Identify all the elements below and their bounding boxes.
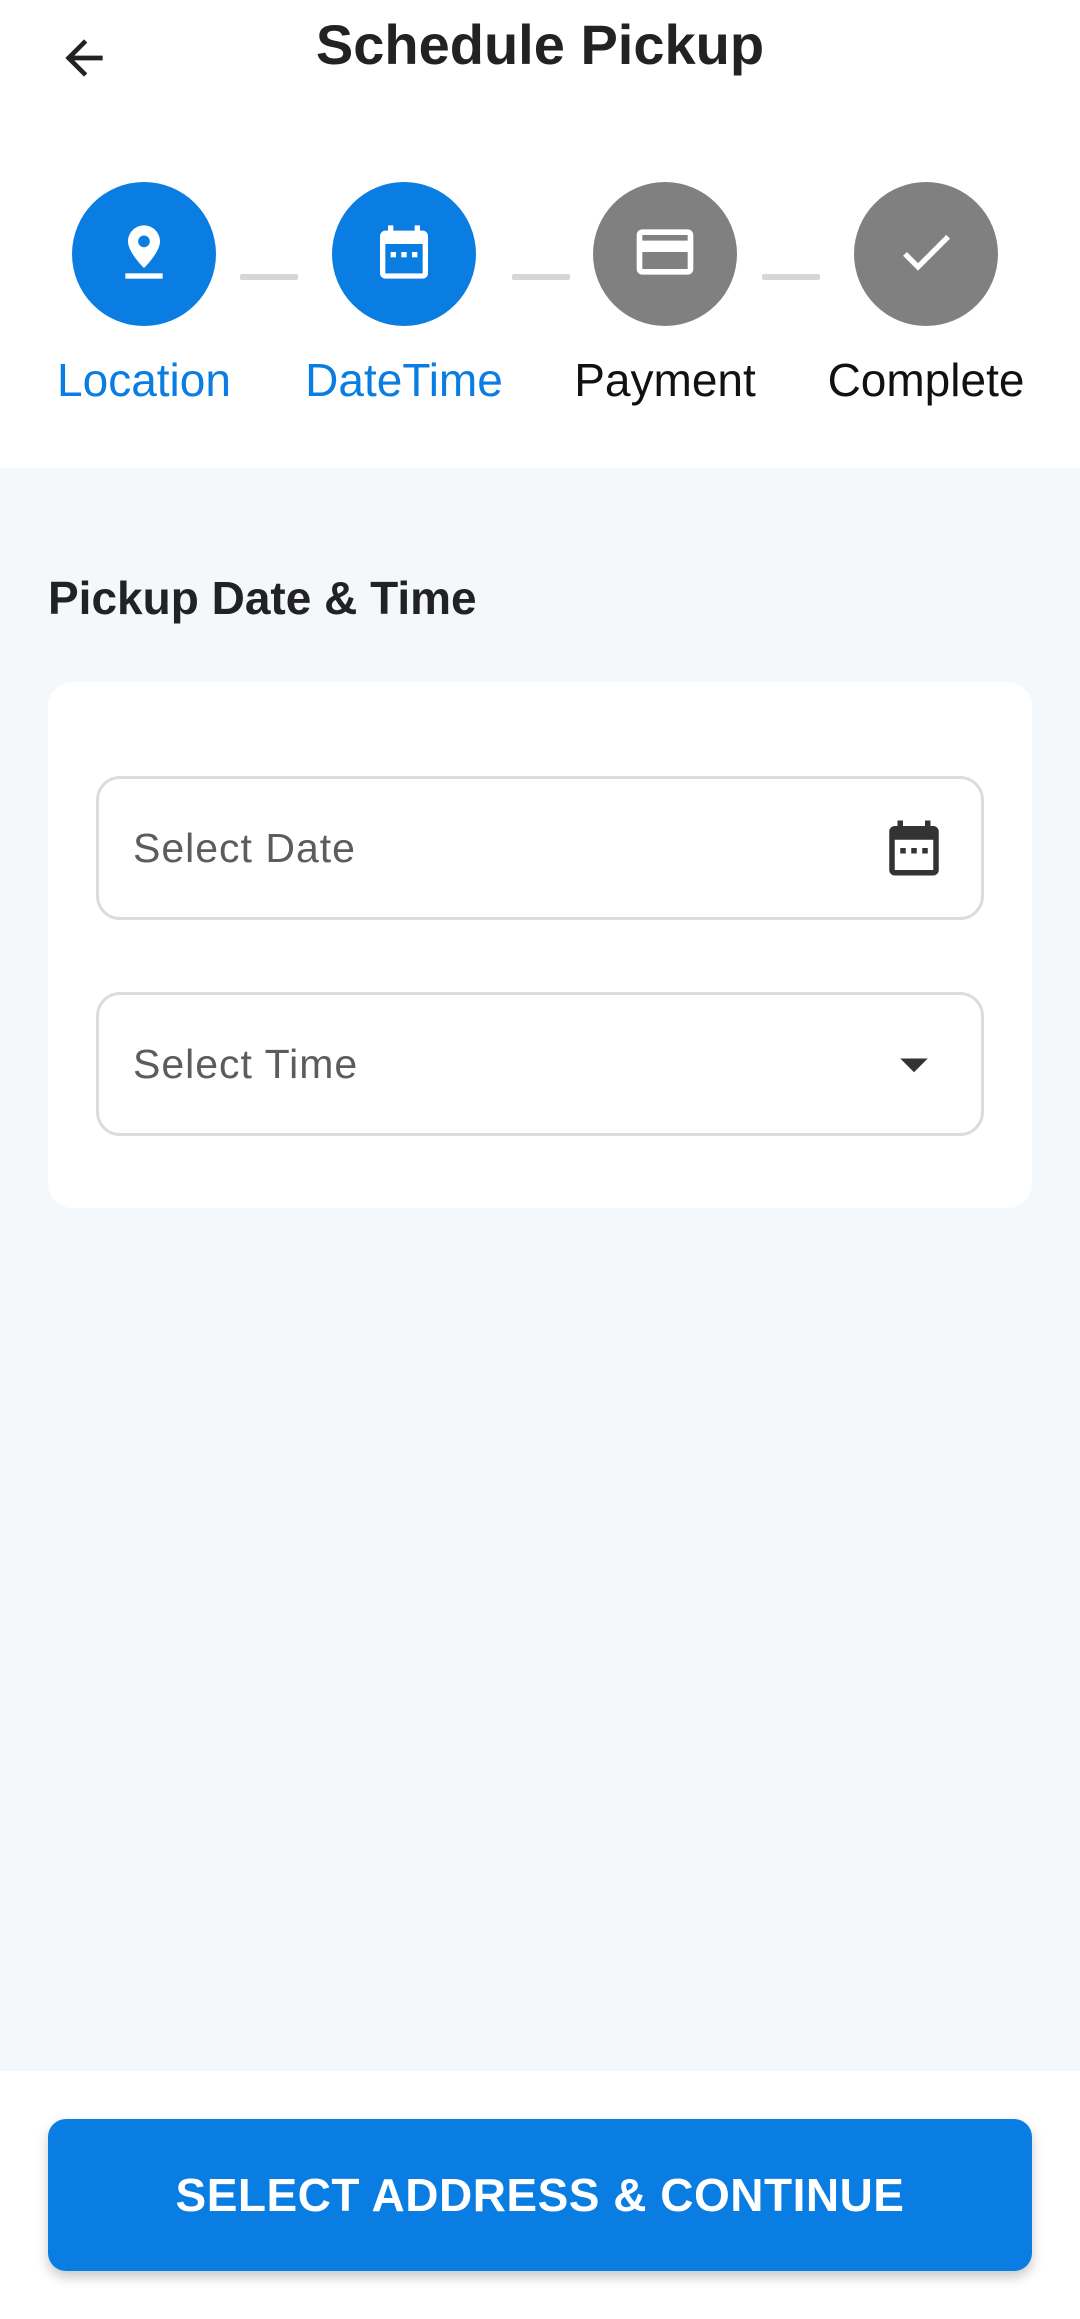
check-icon — [894, 220, 958, 289]
bottom-action-bar: SELECT ADDRESS & CONTINUE — [0, 2071, 1080, 2319]
calendar-icon — [372, 220, 436, 289]
dropdown-arrow-icon[interactable] — [881, 1031, 947, 1097]
datetime-card: Select Date Select Time — [48, 682, 1032, 1208]
step-complete[interactable]: Complete — [796, 182, 1056, 408]
credit-card-icon — [631, 218, 699, 291]
section-title: Pickup Date & Time — [48, 572, 477, 624]
location-pin-icon — [112, 220, 176, 289]
step-complete-label: Complete — [827, 354, 1025, 406]
step-datetime-label: DateTime — [305, 354, 503, 406]
select-time-placeholder: Select Time — [133, 1040, 359, 1087]
select-date-placeholder: Select Date — [133, 824, 356, 871]
select-address-continue-button[interactable]: SELECT ADDRESS & CONTINUE — [48, 2119, 1032, 2271]
step-datetime-circle — [332, 182, 476, 326]
step-payment-label: Payment — [574, 354, 756, 406]
select-time-dropdown[interactable]: Select Time — [96, 992, 984, 1136]
step-location-label: Location — [57, 354, 231, 406]
calendar-icon[interactable] — [881, 815, 947, 881]
step-location[interactable]: Location — [14, 182, 274, 408]
app-header: Schedule Pickup — [0, 0, 1080, 120]
page-title: Schedule Pickup — [315, 13, 765, 76]
select-date-field[interactable]: Select Date — [96, 776, 984, 920]
progress-stepper: Location DateTime Payment Complete — [0, 120, 1080, 468]
step-payment[interactable]: Payment — [535, 182, 795, 408]
schedule-pickup-screen: Schedule Pickup Location DateTime Paymen… — [0, 0, 1080, 2319]
step-payment-circle — [593, 182, 737, 326]
main-content: Pickup Date & Time Select Date Select Ti… — [0, 468, 1080, 2071]
step-complete-circle — [854, 182, 998, 326]
continue-button-label: SELECT ADDRESS & CONTINUE — [175, 2169, 905, 2221]
step-datetime[interactable]: DateTime — [274, 182, 534, 408]
step-location-circle — [72, 182, 216, 326]
